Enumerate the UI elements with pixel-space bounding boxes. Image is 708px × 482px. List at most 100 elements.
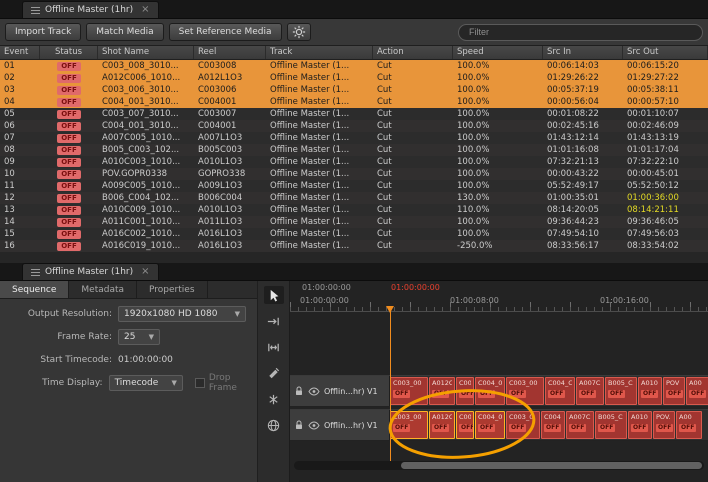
column-header-track[interactable]: Track (266, 46, 373, 59)
timeline-clip[interactable]: A00OFF (686, 377, 708, 405)
set-reference-media-button[interactable]: Set Reference Media (169, 23, 282, 41)
cell-event: 01 (0, 60, 40, 72)
eye-icon[interactable] (308, 387, 320, 396)
cell-action: Cut (373, 120, 453, 132)
retime-tool-icon[interactable] (264, 390, 284, 408)
playhead-line[interactable] (390, 307, 391, 461)
timeline-clip[interactable]: C003_00OFF (506, 377, 544, 405)
table-row[interactable]: 09OFFA010C003_1010...A010L1O3Offline Mas… (0, 156, 708, 168)
cell-track: Offline Master (1... (266, 132, 373, 144)
frame-rate-dropdown[interactable]: 25 ▼ (118, 329, 160, 345)
clip-status-badge: OFF (432, 424, 449, 432)
table-row[interactable]: 03OFFC003_006_3010...C003006Offline Mast… (0, 84, 708, 96)
timeline-clip[interactable]: A00OFF (676, 411, 702, 439)
drop-frame-checkbox[interactable] (195, 378, 205, 388)
tab-metadata[interactable]: Metadata (69, 281, 137, 298)
table-row[interactable]: 10OFFPOV.GOPR0338GOPRO338Offline Master … (0, 168, 708, 180)
clip-status-badge: OFF (459, 424, 474, 432)
output-resolution-dropdown[interactable]: 1920x1080 HD 1080 ▼ (118, 306, 246, 322)
timeline-clip[interactable]: C003_00OFF (390, 411, 428, 439)
column-header-action[interactable]: Action (373, 46, 453, 59)
table-row[interactable]: 12OFFB006_C004_102...B006C004Offline Mas… (0, 192, 708, 204)
table-row[interactable]: 16OFFA016C019_1010...A016L1O3Offline Mas… (0, 240, 708, 252)
playhead-marker[interactable] (386, 306, 394, 313)
timeline-clip[interactable]: C00OFF (456, 411, 474, 439)
timeline-clip[interactable]: C00OFF (456, 377, 474, 405)
column-header-speed[interactable]: Speed (453, 46, 543, 59)
scrollbar-thumb[interactable] (401, 462, 702, 469)
timeline-clip[interactable]: C004_0OFF (475, 411, 505, 439)
table-row[interactable]: 11OFFA009C005_1010...A009L1O3Offline Mas… (0, 180, 708, 192)
filter-input[interactable] (458, 24, 703, 41)
timeline-clip[interactable]: A007COFF (566, 411, 594, 439)
tab-sequence[interactable]: Sequence (0, 281, 69, 298)
timeline-clip[interactable]: C004_0OFF (475, 377, 505, 405)
clip-name: A010 (641, 379, 659, 387)
timeline-clip[interactable]: A010OFF (638, 377, 662, 405)
timeline-clip[interactable]: POV.OFF (653, 411, 675, 439)
cell-track: Offline Master (1... (266, 60, 373, 72)
cell-src-out: 07:32:22:10 (623, 156, 708, 168)
eye-icon[interactable] (308, 421, 320, 430)
cell-track: Offline Master (1... (266, 228, 373, 240)
cell-event: 02 (0, 72, 40, 84)
close-icon[interactable]: × (141, 267, 149, 277)
table-row[interactable]: 14OFFA011C001_1010...A011L1O3Offline Mas… (0, 216, 708, 228)
cell-track: Offline Master (1... (266, 108, 373, 120)
table-row[interactable]: 08OFFB005_C003_102...B005C003Offline Mas… (0, 144, 708, 156)
column-header-src-out[interactable]: Src Out (623, 46, 708, 59)
column-header-event[interactable]: Event (0, 46, 40, 59)
timeline-clip[interactable]: C003_0OFF (506, 411, 540, 439)
track-header[interactable]: Offlin...hr) V1 (290, 410, 390, 440)
import-track-button[interactable]: Import Track (5, 23, 81, 41)
timeline-clip[interactable]: A007COFF (576, 377, 604, 405)
status-badge: OFF (57, 218, 81, 227)
match-media-button[interactable]: Match Media (86, 23, 163, 41)
table-row[interactable]: 01OFFC003_008_3010...C003008Offline Mast… (0, 60, 708, 72)
clip-status-badge: OFF (459, 390, 474, 398)
trim-tool-icon[interactable] (264, 338, 284, 356)
timeline-clip[interactable]: C004_COFF (545, 377, 575, 405)
timeline-clip[interactable]: C004OFF (541, 411, 565, 439)
tab-offline-master-conform[interactable]: Offline Master (1hr) × (22, 1, 159, 18)
column-header-shot-name[interactable]: Shot Name (98, 46, 194, 59)
lock-icon[interactable] (294, 386, 304, 396)
cell-reel: B006C004 (194, 192, 266, 204)
tab-properties[interactable]: Properties (137, 281, 207, 298)
table-row[interactable]: 04OFFC004_001_3010...C004001Offline Mast… (0, 96, 708, 108)
clip-name: POV (666, 379, 682, 387)
table-row[interactable]: 02OFFA012C006_1010...A012L1O3Offline Mas… (0, 72, 708, 84)
timeline-clip[interactable]: POVOFF (663, 377, 685, 405)
track-header[interactable]: Offlin...hr) V1 (290, 376, 390, 406)
cell-speed: 100.0% (453, 180, 543, 192)
timeline-clip[interactable]: A012COFF (429, 377, 455, 405)
column-header-status[interactable]: Status (40, 46, 98, 59)
timeline-clip[interactable]: A012COFF (429, 411, 455, 439)
column-header-reel[interactable]: Reel (194, 46, 266, 59)
table-row[interactable]: 06OFFC004_001_3010...C004001Offline Mast… (0, 120, 708, 132)
tab-offline-master-sequence[interactable]: Offline Master (1hr) × (22, 263, 159, 280)
timeline-clip[interactable]: C003_00OFF (390, 377, 428, 405)
lock-icon[interactable] (294, 420, 304, 430)
table-row[interactable]: 15OFFA016C002_1010...A016L1O3Offline Mas… (0, 228, 708, 240)
cell-src-in: 01:43:12:14 (543, 132, 623, 144)
horizontal-scrollbar[interactable] (294, 461, 704, 470)
settings-button[interactable] (287, 23, 311, 41)
table-row[interactable]: 05OFFC003_007_3010...C003007Offline Mast… (0, 108, 708, 120)
razor-tool-icon[interactable] (264, 364, 284, 382)
slip-tool-icon[interactable] (264, 312, 284, 330)
timeline-clip[interactable]: A010OFF (628, 411, 652, 439)
cell-src-out: 05:52:50:12 (623, 180, 708, 192)
table-row[interactable]: 07OFFA007C005_1010...A007L1O3Offline Mas… (0, 132, 708, 144)
cell-shot: C003_007_3010... (98, 108, 194, 120)
timeline-clip[interactable]: B005_COFF (605, 377, 637, 405)
timeline-clip[interactable]: B005_COFF (595, 411, 627, 439)
timeline-ruler[interactable]: 01:00:00:0001:00:08:0001:00:16:00 (290, 294, 708, 312)
cell-reel: B005C003 (194, 144, 266, 156)
table-row[interactable]: 13OFFA010C009_1010...A010L1O3Offline Mas… (0, 204, 708, 216)
column-header-src-in[interactable]: Src In (543, 46, 623, 59)
selection-tool-icon[interactable] (264, 286, 284, 304)
close-icon[interactable]: × (141, 5, 149, 15)
sync-globe-tool-icon[interactable] (264, 416, 284, 434)
time-display-dropdown[interactable]: Timecode ▼ (109, 375, 183, 391)
